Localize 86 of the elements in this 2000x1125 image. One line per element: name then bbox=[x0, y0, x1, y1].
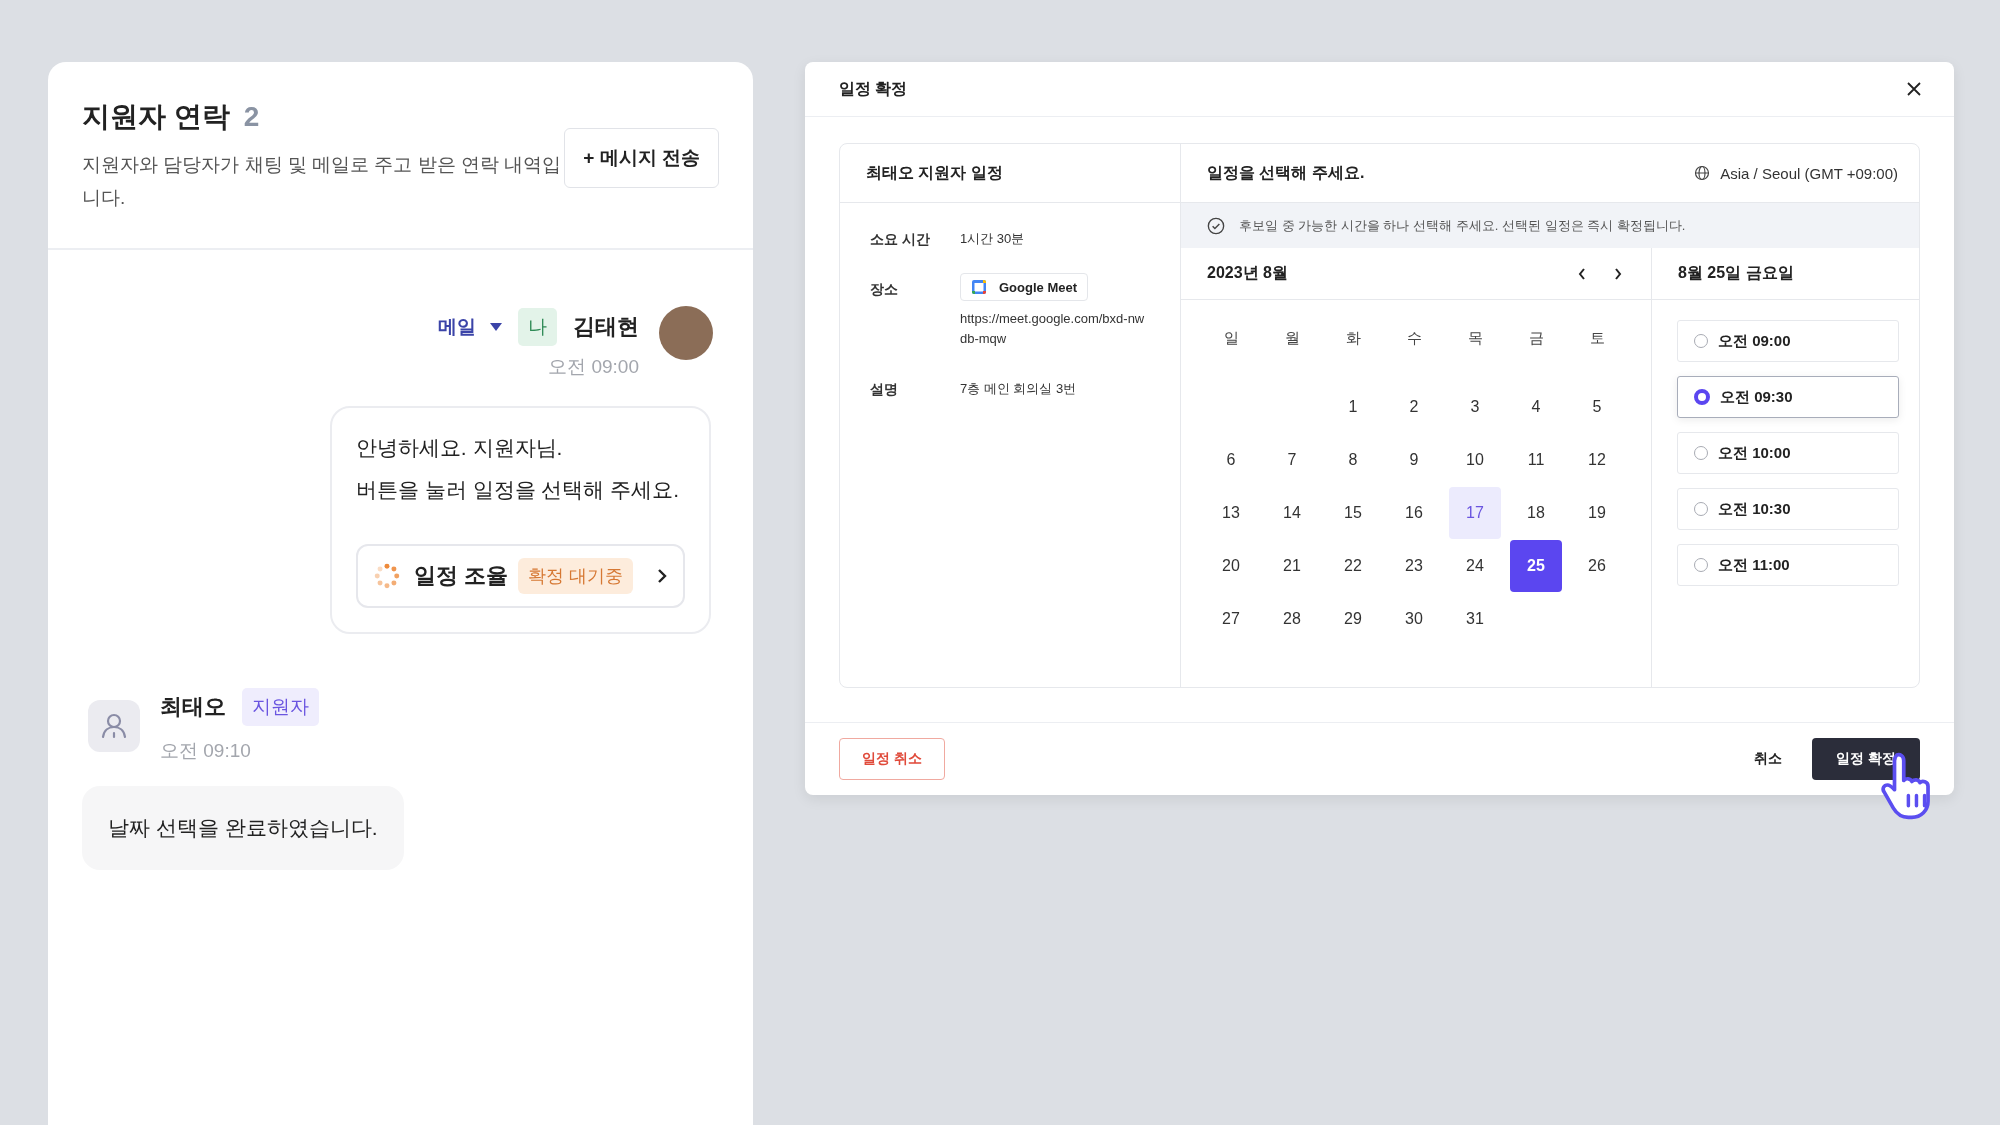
weekday-label: 금 bbox=[1528, 328, 1544, 348]
message-time: 오전 09:10 bbox=[160, 739, 252, 763]
calendar-day[interactable]: 24 bbox=[1449, 540, 1501, 592]
close-icon bbox=[1906, 81, 1922, 97]
time-slot-option[interactable]: 오전 09:00 bbox=[1677, 320, 1899, 362]
channel-dropdown[interactable]: 메일 bbox=[438, 314, 502, 340]
month-label: 2023년 8월 bbox=[1207, 263, 1288, 283]
caret-icon bbox=[490, 323, 502, 331]
calendar-day[interactable]: 3 bbox=[1449, 381, 1501, 433]
status-badge: 확정 대기중 bbox=[518, 558, 633, 594]
section-title: 최태오 지원자 일정 bbox=[866, 162, 1003, 183]
panel-description: 지원자와 담당자가 채팅 및 메일로 주고 받은 연락 내역입니다. bbox=[82, 153, 562, 210]
weekday-label: 수 bbox=[1406, 328, 1422, 348]
calendar-day[interactable]: 1 bbox=[1327, 381, 1379, 433]
calendar-day[interactable]: 27 bbox=[1205, 593, 1257, 645]
calendar-day[interactable]: 11 bbox=[1510, 434, 1562, 486]
panel-title: 지원자 연락 bbox=[82, 100, 230, 134]
time-slot-option[interactable]: 오전 11:00 bbox=[1677, 544, 1899, 586]
weekday-label: 화 bbox=[1345, 328, 1361, 348]
weekday-label: 목 bbox=[1467, 328, 1483, 348]
selected-date-label: 8월 25일 금요일 bbox=[1678, 263, 1794, 283]
user-avatar-icon bbox=[88, 700, 140, 752]
calendar-day[interactable]: 6 bbox=[1205, 434, 1257, 486]
role-badge: 지원자 bbox=[242, 688, 319, 726]
field-label: 설명 bbox=[870, 380, 899, 399]
schedule-card-button[interactable]: 일정 조율 확정 대기중 bbox=[355, 544, 685, 608]
section-title: 일정을 선택해 주세요. bbox=[1207, 162, 1365, 183]
calendar-day[interactable]: 5 bbox=[1571, 381, 1623, 433]
contact-count: 2 bbox=[243, 101, 260, 133]
confirm-button[interactable]: 일정 확정 bbox=[1812, 738, 1920, 780]
field-value: 7층 메인 회의실 3번 bbox=[960, 380, 1077, 398]
calendar-day[interactable]: 17 bbox=[1449, 487, 1501, 539]
sender-name: 김태현 bbox=[573, 313, 639, 341]
timezone-label: Asia / Seoul (GMT +09:00) bbox=[1720, 164, 1898, 182]
message-text: 날짜 선택을 완료하였습니다. bbox=[108, 815, 378, 841]
calendar-day[interactable]: 25 bbox=[1510, 540, 1562, 592]
calendar-day[interactable]: 7 bbox=[1266, 434, 1318, 486]
field-label: 장소 bbox=[870, 280, 899, 299]
calendar-day[interactable]: 10 bbox=[1449, 434, 1501, 486]
calendar-icon bbox=[971, 279, 987, 295]
calendar-day[interactable]: 18 bbox=[1510, 487, 1562, 539]
calendar-day[interactable]: 22 bbox=[1327, 540, 1379, 592]
cancel-schedule-button[interactable]: 일정 취소 bbox=[839, 738, 945, 780]
dialog-title: 일정 확정 bbox=[839, 78, 908, 99]
chevron-right-icon bbox=[657, 568, 667, 584]
action-label: 일정 조율 bbox=[413, 562, 508, 590]
message-text: 안녕하세요. 지원자님. bbox=[355, 435, 564, 461]
meeting-link[interactable]: https://meet.google.com/bxd-nwdb-mqw bbox=[960, 309, 1150, 349]
calendar-day[interactable]: 2 bbox=[1388, 381, 1440, 433]
calendar-day[interactable]: 15 bbox=[1327, 487, 1379, 539]
calendar-day[interactable]: 23 bbox=[1388, 540, 1440, 592]
calendar-day[interactable]: 8 bbox=[1327, 434, 1379, 486]
sender-name: 최태오 bbox=[160, 693, 226, 721]
calendar-day[interactable]: 26 bbox=[1571, 540, 1623, 592]
message-time: 오전 09:00 bbox=[548, 355, 639, 379]
weekday-label: 토 bbox=[1589, 328, 1605, 348]
chip-label: Google Meet bbox=[999, 279, 1077, 295]
calendar-day[interactable]: 16 bbox=[1388, 487, 1440, 539]
time-slot-option[interactable]: 오전 10:30 bbox=[1677, 488, 1899, 530]
message-text: 버튼을 눌러 일정을 선택해 주세요. bbox=[355, 477, 681, 503]
calendar-day[interactable]: 13 bbox=[1205, 487, 1257, 539]
me-badge: 나 bbox=[518, 308, 557, 346]
globe-icon bbox=[1694, 165, 1711, 181]
calendar-day[interactable]: 14 bbox=[1266, 487, 1318, 539]
cancel-button[interactable]: 취소 bbox=[1750, 746, 1787, 772]
check-circle-icon bbox=[1207, 216, 1225, 235]
calendar-day[interactable]: 9 bbox=[1388, 434, 1440, 486]
weekday-label: 월 bbox=[1284, 328, 1300, 348]
field-value: 1시간 30분 bbox=[960, 230, 1025, 248]
time-slot-option[interactable]: 오전 10:00 bbox=[1677, 432, 1899, 474]
calendar-day[interactable]: 29 bbox=[1327, 593, 1379, 645]
notice-text: 후보일 중 가능한 시간을 하나 선택해 주세요. 선택된 일정은 즉시 확정됩니다. bbox=[1239, 216, 1686, 235]
weekday-label: 일 bbox=[1223, 328, 1239, 348]
send-message-button[interactable]: + 메시지 전송 bbox=[564, 128, 719, 188]
photo-placeholder bbox=[659, 306, 713, 360]
calendar-day[interactable]: 28 bbox=[1266, 593, 1318, 645]
time-slot-option[interactable]: 오전 09:30 bbox=[1677, 376, 1899, 418]
calendar-day[interactable]: 4 bbox=[1510, 381, 1562, 433]
calendar-day[interactable]: 31 bbox=[1449, 593, 1501, 645]
loading-spinner-icon bbox=[373, 563, 400, 589]
field-label: 소요 시간 bbox=[870, 230, 931, 249]
calendar-day[interactable]: 19 bbox=[1571, 487, 1623, 539]
calendar-day[interactable]: 12 bbox=[1571, 434, 1623, 486]
calendar-day[interactable]: 21 bbox=[1266, 540, 1318, 592]
calendar-day[interactable]: 30 bbox=[1388, 593, 1440, 645]
calendar-day[interactable]: 20 bbox=[1205, 540, 1257, 592]
